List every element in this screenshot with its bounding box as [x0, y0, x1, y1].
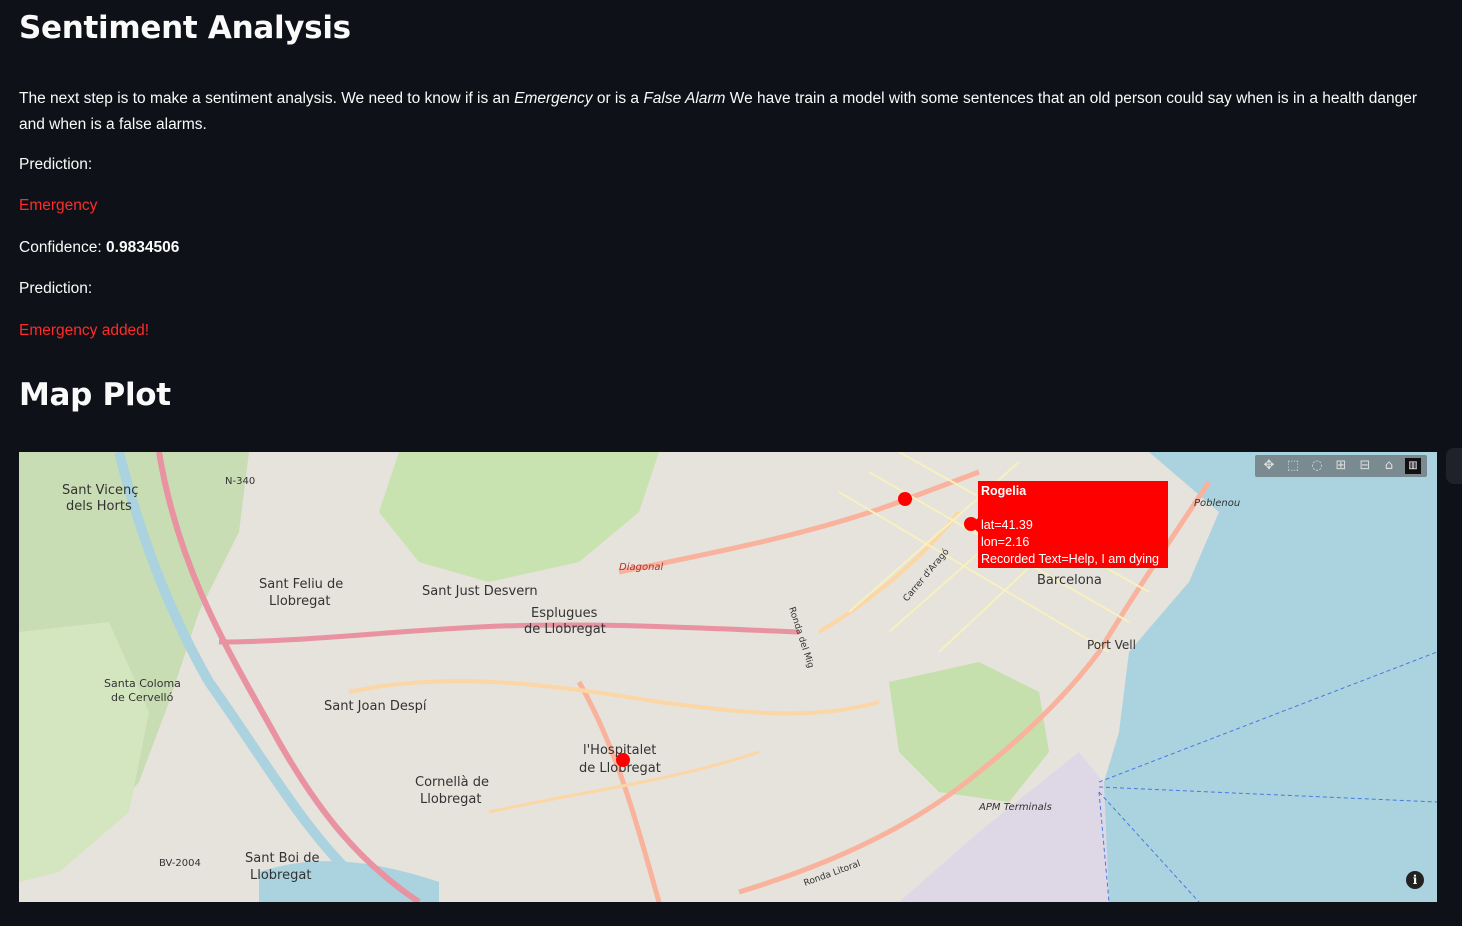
label-sant-just: Sant Just Desvern: [422, 584, 538, 599]
lasso-icon[interactable]: ◌: [1309, 458, 1325, 474]
label-sant-feliu-2: Llobregat: [269, 594, 330, 609]
zoom-out-icon[interactable]: ⊟: [1357, 458, 1373, 474]
map-plot[interactable]: Barcelona Port Vell l'Hospitalet de Llob…: [19, 452, 1437, 902]
label-sant-feliu-1: Sant Feliu de: [259, 577, 343, 592]
map-tiles[interactable]: Barcelona Port Vell l'Hospitalet de Llob…: [19, 452, 1437, 902]
prediction-label: Prediction:: [19, 156, 93, 173]
label-sant-vicenc-1: Sant Vicenç: [62, 483, 138, 498]
label-esplugues-1: Esplugues: [531, 606, 598, 621]
plot-modebar: ✥ ⬚ ◌ ⊞ ⊟ ⌂ ▥: [1255, 455, 1427, 477]
confidence-line: Confidence: 0.9834506: [19, 239, 179, 257]
emergency-added-message: Emergency added!: [19, 322, 150, 339]
page-title: Sentiment Analysis: [19, 10, 351, 46]
label-sant-vicenc-2: dels Horts: [66, 499, 132, 514]
tooltip-name: Rogelia: [981, 484, 1027, 498]
intro-emphasis-emergency: Emergency: [514, 90, 593, 107]
pan-icon[interactable]: ✥: [1261, 458, 1277, 474]
map-marker[interactable]: [898, 492, 912, 506]
map-marker[interactable]: [616, 753, 630, 767]
tooltip-lat: lat=41.39: [981, 518, 1033, 532]
label-barcelona: Barcelona: [1037, 573, 1102, 588]
label-n340: N-340: [225, 476, 255, 487]
zoom-in-icon[interactable]: ⊞: [1333, 458, 1349, 474]
intro-text-2: or is a: [592, 90, 644, 107]
label-sant-boi-1: Sant Boi de: [245, 851, 320, 866]
tooltip-lon: lon=2.16: [981, 535, 1030, 549]
label-port-vell: Port Vell: [1087, 638, 1136, 652]
intro-emphasis-false-alarm: False Alarm: [643, 90, 726, 107]
label-santa-coloma-2: de Cervelló: [111, 691, 174, 704]
hover-tooltip: Rogelia lat=41.39 lon=2.16 Recorded Text…: [978, 481, 1168, 568]
confidence-label: Confidence:: [19, 239, 102, 256]
prediction-value: Emergency: [19, 197, 98, 214]
plotly-logo-icon[interactable]: ▥: [1405, 458, 1421, 474]
tooltip-recorded-text: Recorded Text=Help, I am dying: [981, 552, 1159, 566]
prediction-label-2: Prediction:: [19, 280, 93, 297]
reset-home-icon[interactable]: ⌂: [1381, 458, 1397, 474]
label-esplugues-2: de Llobregat: [524, 622, 606, 637]
fullscreen-toggle[interactable]: [1446, 448, 1462, 484]
label-poblenou: Poblenou: [1194, 498, 1240, 509]
info-icon[interactable]: i: [1406, 871, 1424, 889]
label-cornella-1: Cornellà de: [415, 775, 489, 790]
label-santa-coloma-1: Santa Coloma: [104, 677, 181, 690]
confidence-value: 0.9834506: [106, 239, 180, 256]
label-sant-joan: Sant Joan Despí: [324, 699, 427, 714]
map-section-title: Map Plot: [19, 377, 171, 413]
box-select-icon[interactable]: ⬚: [1285, 458, 1301, 474]
label-cornella-2: Llobregat: [420, 792, 481, 807]
label-bv2004: BV-2004: [159, 858, 201, 869]
intro-paragraph: The next step is to make a sentiment ana…: [19, 86, 1434, 138]
tooltip-pointer: [970, 518, 978, 532]
intro-text-1: The next step is to make a sentiment ana…: [19, 90, 515, 107]
label-apm: APM Terminals: [978, 802, 1052, 813]
label-diagonal: Diagonal: [619, 562, 664, 573]
label-sant-boi-2: Llobregat: [250, 868, 311, 883]
